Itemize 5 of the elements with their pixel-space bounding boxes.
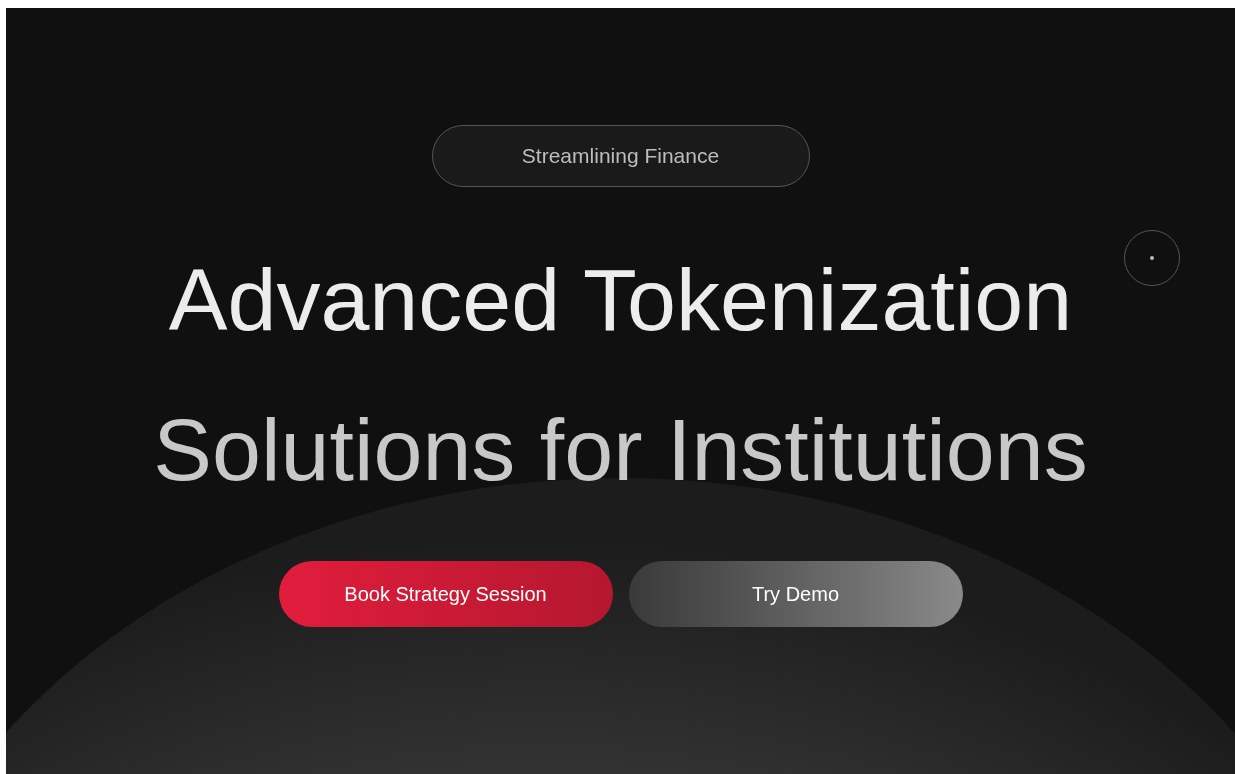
book-session-button[interactable]: Book Strategy Session — [278, 561, 613, 627]
demo-button[interactable]: Try Demo — [628, 561, 963, 627]
tagline-badge: Streamlining Finance — [431, 125, 810, 187]
headline-line: Advanced Tokenization — [168, 249, 1073, 351]
headline-line: Solutions for Institutions — [153, 399, 1088, 501]
